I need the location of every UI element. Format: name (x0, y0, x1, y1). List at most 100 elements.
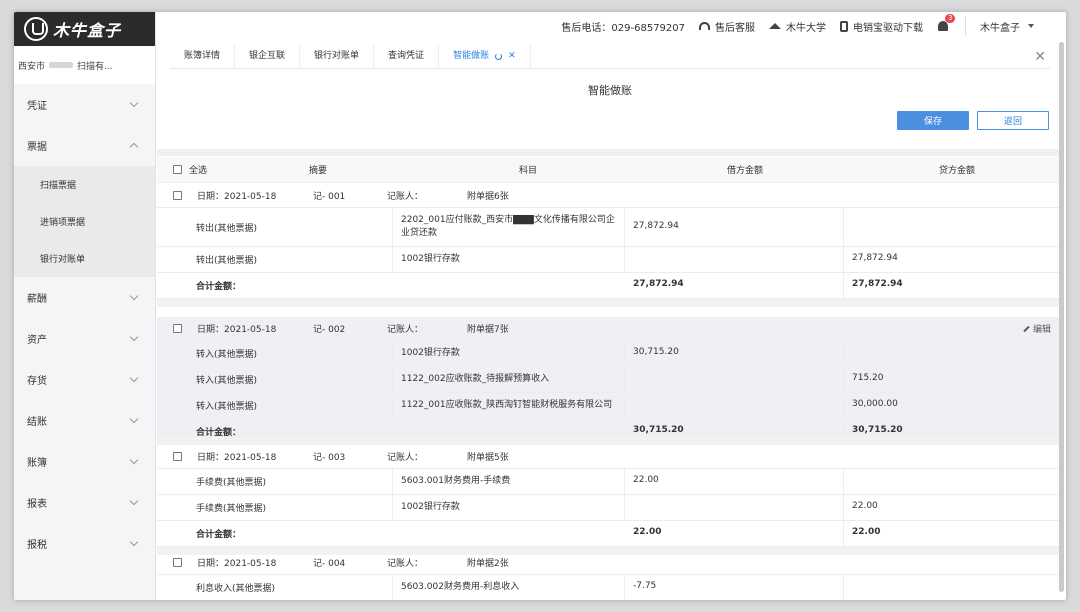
select-all-checkbox[interactable] (173, 165, 182, 174)
total-row: 合计金额： 27,872.94 27,872.94 (157, 273, 1063, 299)
tab-smart-bookkeeping[interactable]: 智能做账 ✕ (439, 44, 531, 68)
sidebar-item-tax[interactable]: 报税 (14, 523, 155, 564)
driver-download-link[interactable]: 电销宝驱动下载 (840, 19, 923, 34)
bull-logo-icon (24, 17, 48, 41)
tab-query-voucher[interactable]: 查询凭证 (374, 44, 440, 68)
voucher-attach: 附单据2张 (467, 559, 509, 569)
cell-summary: 利息收入(其他票据) (157, 575, 393, 600)
total-debit: 27,872.94 (625, 273, 844, 298)
cell-credit: 22.00 (852, 501, 878, 511)
sidebar-item-bills[interactable]: 票据 (14, 125, 155, 166)
table-row[interactable]: 转出(其他票据) 1002银行存款 27,872.94 (157, 247, 1063, 273)
cell-account: 1122_001应收账款_陕西淘钉智能财税服务有限公司 (393, 393, 625, 418)
sidebar-item-label: 报表 (27, 499, 47, 510)
sidebar-item-inventory[interactable]: 存货 (14, 359, 155, 400)
chevron-down-icon (129, 332, 139, 342)
sidebar-subitem-scan-bills[interactable]: 扫描票据 (14, 166, 155, 203)
sidebar-subitem-bank-statement[interactable]: 银行对账单 (14, 240, 155, 277)
voucher-checkbox[interactable] (173, 324, 182, 333)
cell-account: 5603.002财务费用-利息收入 (393, 575, 625, 600)
cell-account: 2202_001应付账款_西安市▇▇▇文化传播有限公司企业贷还款 (393, 208, 625, 246)
voucher-checkbox[interactable] (173, 558, 182, 567)
cell-summary: 手续费(其他票据) (157, 469, 393, 494)
logo: 木牛盒子 (14, 12, 155, 46)
cell-debit: 27,872.94 (625, 208, 844, 246)
voucher-header: 日期：2021-05-18 记- 004 记账人： 附单据2张 (157, 551, 1063, 575)
chevron-down-icon (129, 291, 139, 301)
tab-bank-enterprise[interactable]: 银企互联 (235, 44, 301, 68)
scrollbar[interactable] (1059, 42, 1064, 592)
table-row[interactable]: 转入(其他票据) 1002银行存款 30,715.20 (157, 341, 1063, 367)
voucher-header: 日期：2021-05-18 记- 003 记账人： 附单据5张 (157, 445, 1063, 469)
brand-name: 木牛盒子 (53, 21, 122, 40)
voucher-no: 记- 002 (313, 325, 346, 335)
divider (965, 16, 966, 36)
table-row[interactable]: 手续费(其他票据) 1002银行存款 22.00 (157, 495, 1063, 521)
graduation-cap-icon (769, 23, 781, 29)
table-row[interactable]: 转出(其他票据) 2202_001应付账款_西安市▇▇▇文化传播有限公司企业贷还… (157, 208, 1063, 247)
sidebar-subitem-invoice-bills[interactable]: 进销项票据 (14, 203, 155, 240)
cell-credit: 30,000.00 (852, 399, 898, 409)
table-row[interactable]: 手续费(其他票据) 5603.001财务费用-手续费 22.00 (157, 469, 1063, 495)
cell-summary: 转出(其他票据) (157, 247, 393, 272)
tab-label: 智能做账 (453, 51, 490, 61)
voucher-checkbox[interactable] (173, 452, 182, 461)
sidebar-item-payroll[interactable]: 薪酬 (14, 277, 155, 318)
user-name: 木牛盒子 (980, 22, 1020, 34)
sidebar-item-label: 资产 (27, 335, 47, 346)
sidebar-item-label: 报税 (27, 540, 47, 551)
redacted-block (49, 62, 74, 68)
save-button[interactable]: 保存 (897, 111, 969, 130)
user-menu[interactable]: 木牛盒子 (980, 19, 1034, 34)
tab-close-icon[interactable]: ✕ (508, 44, 516, 68)
col-account: 科目 (519, 166, 538, 176)
divider (157, 437, 1063, 445)
select-all-label: 全选 (189, 166, 208, 176)
cell-account (393, 521, 625, 546)
cell-summary: 转入(其他票据) (157, 341, 393, 366)
tab-ledger-detail[interactable]: 账簿详情 (170, 44, 236, 68)
sidebar-item-assets[interactable]: 资产 (14, 318, 155, 359)
table-row[interactable]: 转入(其他票据) 1122_002应收账款_待报解预算收入 715.20 (157, 367, 1063, 393)
edit-button[interactable]: 编辑 (1023, 322, 1051, 335)
cell-debit (625, 495, 844, 520)
total-debit: 22.00 (625, 521, 844, 546)
close-icon[interactable]: ✕ (1034, 49, 1046, 65)
back-button[interactable]: 返回 (977, 111, 1049, 130)
voucher-no: 记- 004 (313, 559, 346, 569)
voucher-recorder: 记账人： (387, 325, 424, 335)
date-value: 2021-05-18 (224, 559, 277, 569)
table-row[interactable]: 利息收入(其他票据) 5603.002财务费用-利息收入 -7.75 (157, 575, 1063, 600)
cell-account: 5603.001财务费用-手续费 (393, 469, 625, 494)
company-switcher[interactable]: 西安市 扫描有... (14, 46, 155, 84)
date-value: 2021-05-18 (224, 325, 277, 335)
sidebar-item-closing[interactable]: 结账 (14, 400, 155, 441)
university-link[interactable]: 木牛大学 (769, 19, 826, 34)
voucher-checkbox[interactable] (173, 191, 182, 200)
tab-bank-statement[interactable]: 银行对账单 (300, 44, 375, 68)
cell-debit (625, 247, 844, 272)
voucher-header: 日期：2021-05-18 记- 002 记账人： 附单据7张 编辑 (157, 317, 1063, 341)
cell-credit: 27,872.94 (852, 253, 898, 263)
notification-button[interactable]: 3 (937, 14, 956, 33)
table-row[interactable]: 转入(其他票据) 1122_001应收账款_陕西淘钉智能财税服务有限公司 30,… (157, 393, 1063, 419)
sidebar-item-ledger[interactable]: 账簿 (14, 441, 155, 482)
chevron-down-icon (129, 98, 139, 108)
cell-account: 1002银行存款 (393, 495, 625, 520)
cell-credit (844, 469, 1063, 494)
sidebar-item-voucher[interactable]: 凭证 (14, 84, 155, 125)
sidebar-item-label: 票据 (27, 142, 47, 153)
chevron-up-icon (129, 142, 139, 152)
refresh-icon[interactable] (495, 52, 503, 60)
main-content: 智能做账 保存 返回 全选 摘要 科目 借方金额 贷方金额 日期：2021-05… (157, 69, 1063, 600)
date-label: 日期： (197, 325, 225, 335)
cell-account: 1002银行存款 (393, 341, 625, 366)
sidebar-item-reports[interactable]: 报表 (14, 482, 155, 523)
chevron-down-icon (129, 537, 139, 547)
voucher-header: 日期：2021-05-18 记- 001 记账人： 附单据6张 (157, 184, 1063, 208)
university-label: 木牛大学 (786, 22, 826, 34)
divider (157, 149, 1063, 156)
customer-service-link[interactable]: 售后客服 (699, 19, 755, 34)
cell-debit: 22.00 (625, 469, 844, 494)
company-name-suffix: 扫描有... (77, 61, 113, 72)
